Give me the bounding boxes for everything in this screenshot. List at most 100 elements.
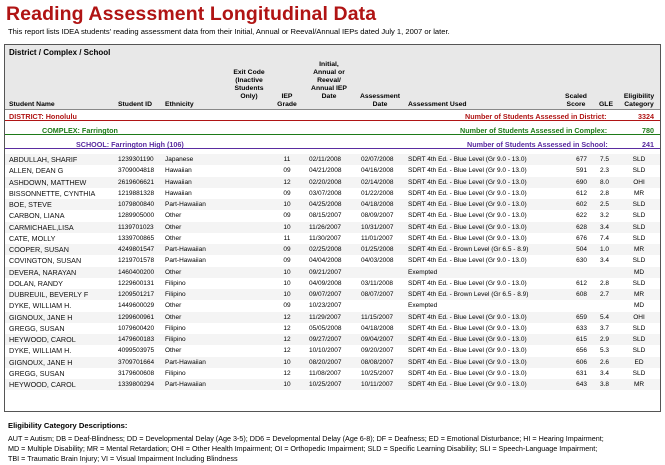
cell-score: 504 [576, 246, 587, 253]
header-scaled-score: Scaled Score [565, 93, 587, 108]
complex-label: COMPLEX: Farrington [42, 126, 118, 135]
header-eligibility-category: Eligibility Category [623, 93, 655, 108]
cell-score: 633 [576, 324, 587, 332]
cell-grade: 10 [283, 201, 291, 208]
cell-assess-date: 01/22/2008 [361, 189, 394, 197]
cell-grade: 12 [283, 347, 291, 355]
district-label: DISTRICT: Honolulu [9, 112, 77, 121]
cell-iep-date: 02/20/2008 [309, 178, 342, 186]
cell-id: 1229600131 [118, 279, 155, 287]
cell-name: ABDULLAH, SHARIF [9, 155, 78, 164]
cell-name: HEYWOOD, CAROL [9, 380, 76, 389]
cell-iep-date: 09/27/2007 [309, 336, 342, 343]
cell-id: 1219701578 [118, 257, 155, 265]
cell-grade: 10 [283, 358, 291, 366]
cell-elig: SLD [632, 347, 646, 355]
cell-assessment: SDRT 4th Ed. - Blue Level (Gr 9.0 - 13.0… [408, 279, 527, 287]
complex-summary-row: COMPLEX: Farrington Number of Students A… [5, 125, 660, 135]
table-header: District / Complex / School Student Name… [5, 45, 660, 110]
cell-name: DYKE, WILLIAM H. [9, 346, 72, 356]
cell-name: CARBON, LIANA [9, 211, 65, 221]
cell-name: HEYWOOD, CAROL [9, 335, 76, 344]
cell-grade: 10 [283, 291, 291, 298]
cell-assess-date: 09/20/2007 [361, 347, 394, 355]
cell-assess-date: 04/16/2008 [361, 167, 394, 175]
cell-gle: 1.0 [599, 246, 609, 253]
cell-id: 1339700865 [118, 234, 155, 242]
cell-elig: SLD [632, 324, 646, 332]
cell-name: DYKE, WILLIAM H. [9, 301, 72, 311]
cell-assess-date: 09/04/2007 [361, 336, 394, 343]
cell-id: 1339800294 [118, 381, 155, 388]
cell-ethnicity: Hawaiian [165, 178, 192, 186]
cell-score: 622 [576, 212, 587, 220]
cell-ethnicity: Japanese [165, 156, 194, 163]
cell-grade: 10 [283, 381, 291, 388]
cell-name: CATE, MOLLY [9, 233, 56, 243]
cell-id: 1479600183 [118, 336, 155, 343]
cell-grade: 09 [283, 212, 291, 220]
cell-iep-date: 08/20/2007 [309, 358, 342, 366]
cell-score: 602 [576, 201, 587, 208]
cell-assessment: SDRT 4th Ed. - Blue Level (Gr 9.0 - 13.0… [408, 156, 527, 163]
cell-iep-date: 10/10/2007 [309, 347, 342, 355]
cell-iep-date: 11/26/2007 [309, 223, 342, 231]
cell-ethnicity: Part-Hawaiian [165, 201, 206, 208]
cell-score: 608 [576, 291, 587, 298]
cell-assess-date: 04/18/2008 [361, 201, 394, 208]
cell-iep-date: 04/04/2008 [309, 257, 342, 265]
cell-assessment: SDRT 4th Ed. - Blue Level (Gr 9.0 - 13.0… [408, 212, 527, 220]
cell-grade: 12 [283, 369, 291, 377]
eligibility-descriptions-line: AUT = Autism; DB = Deaf-Blindness; DD = … [8, 434, 604, 443]
table-row: HEYWOOD, CAROL 1339800294 Part-Hawaiian 10 1… [5, 379, 660, 391]
cell-name: DEVERA, NARAYAN [9, 267, 77, 277]
district-summary-row: DISTRICT: Honolulu Number of Students As… [5, 111, 660, 121]
cell-score: 606 [576, 358, 587, 366]
table-row: COVINGTON, SUSAN 1219701578 Part-Hawaiian 0… [5, 255, 660, 266]
header-iep-date: Initial, Annual or Reeval/ Annual IEP Da… [311, 61, 347, 100]
cell-assess-date: 08/08/2007 [361, 358, 394, 366]
cell-name: DOLAN, RANDY [9, 278, 63, 288]
table-row: BOE, STEVE 1079800840 Part-Hawaiian 10 04/25… [5, 199, 660, 211]
district-count: 3324 [638, 112, 654, 121]
cell-grade: 10 [283, 279, 291, 287]
cell-iep-date: 04/09/2008 [309, 279, 342, 287]
cell-name: ALLEN, DEAN G [9, 166, 64, 176]
cell-name: GIGNOUX, JANE H [9, 312, 73, 322]
cell-name: ASHDOWN, MATTHEW [9, 177, 87, 187]
cell-gle: 7.4 [599, 234, 609, 242]
cell-assessment: SDRT 4th Ed. - Blue Level (Gr 9.0 - 13.0… [408, 369, 527, 377]
cell-assess-date: 01/25/2008 [361, 246, 394, 253]
cell-assessment: SDRT 4th Ed. - Blue Level (Gr 9.0 - 13.0… [408, 189, 527, 197]
cell-gle: 2.3 [599, 167, 609, 175]
cell-id: 1219881328 [118, 189, 155, 197]
cell-grade: 09 [283, 246, 291, 253]
school-summary-row: SCHOOL: Farrington High (106) Number of … [5, 139, 660, 149]
school-label: SCHOOL: Farrington High (106) [76, 140, 184, 149]
cell-id: 1289905000 [118, 212, 155, 220]
cell-gle: 3.4 [599, 257, 609, 265]
cell-id: 3709004818 [118, 167, 155, 175]
cell-assessment: SDRT 4th Ed. - Blue Level (Gr 9.0 - 13.0… [408, 358, 527, 366]
cell-iep-date: 02/11/2008 [309, 156, 342, 163]
cell-gle: 2.7 [599, 291, 609, 298]
cell-id: 3179600608 [118, 369, 155, 377]
table-row: DYKE, WILLIAM H. 4099503975 Other 12 10/10/2… [5, 345, 660, 356]
header-assessment-used: Assessment Used [408, 101, 467, 108]
cell-id: 1449600029 [118, 302, 155, 310]
cell-ethnicity: Other [165, 212, 182, 220]
table-row: DYKE, WILLIAM H. 1449600029 Other 09 10/23/2… [5, 300, 660, 311]
cell-elig: SLD [632, 336, 646, 343]
cell-id: 2619606621 [118, 178, 155, 186]
cell-assess-date: 11/15/2007 [361, 313, 394, 321]
school-count-label: Number of Students Assessed in School: [467, 140, 608, 149]
cell-name: GREGG, SUSAN [9, 323, 65, 333]
cell-grade: 09 [283, 257, 291, 265]
cell-ethnicity: Hawaiian [165, 167, 192, 175]
cell-gle: 3.4 [599, 223, 609, 231]
cell-name: COOPER, SUSAN [9, 245, 69, 254]
cell-assess-date: 08/09/2007 [361, 212, 394, 220]
table-row: DUBREUIL, BEVERLY F 1209501217 Filipino 10 0… [5, 289, 660, 301]
cell-assessment: SDRT 4th Ed. - Blue Level (Gr 9.0 - 13.0… [408, 347, 527, 355]
cell-name: CARMICHAEL,LISA [9, 222, 74, 232]
